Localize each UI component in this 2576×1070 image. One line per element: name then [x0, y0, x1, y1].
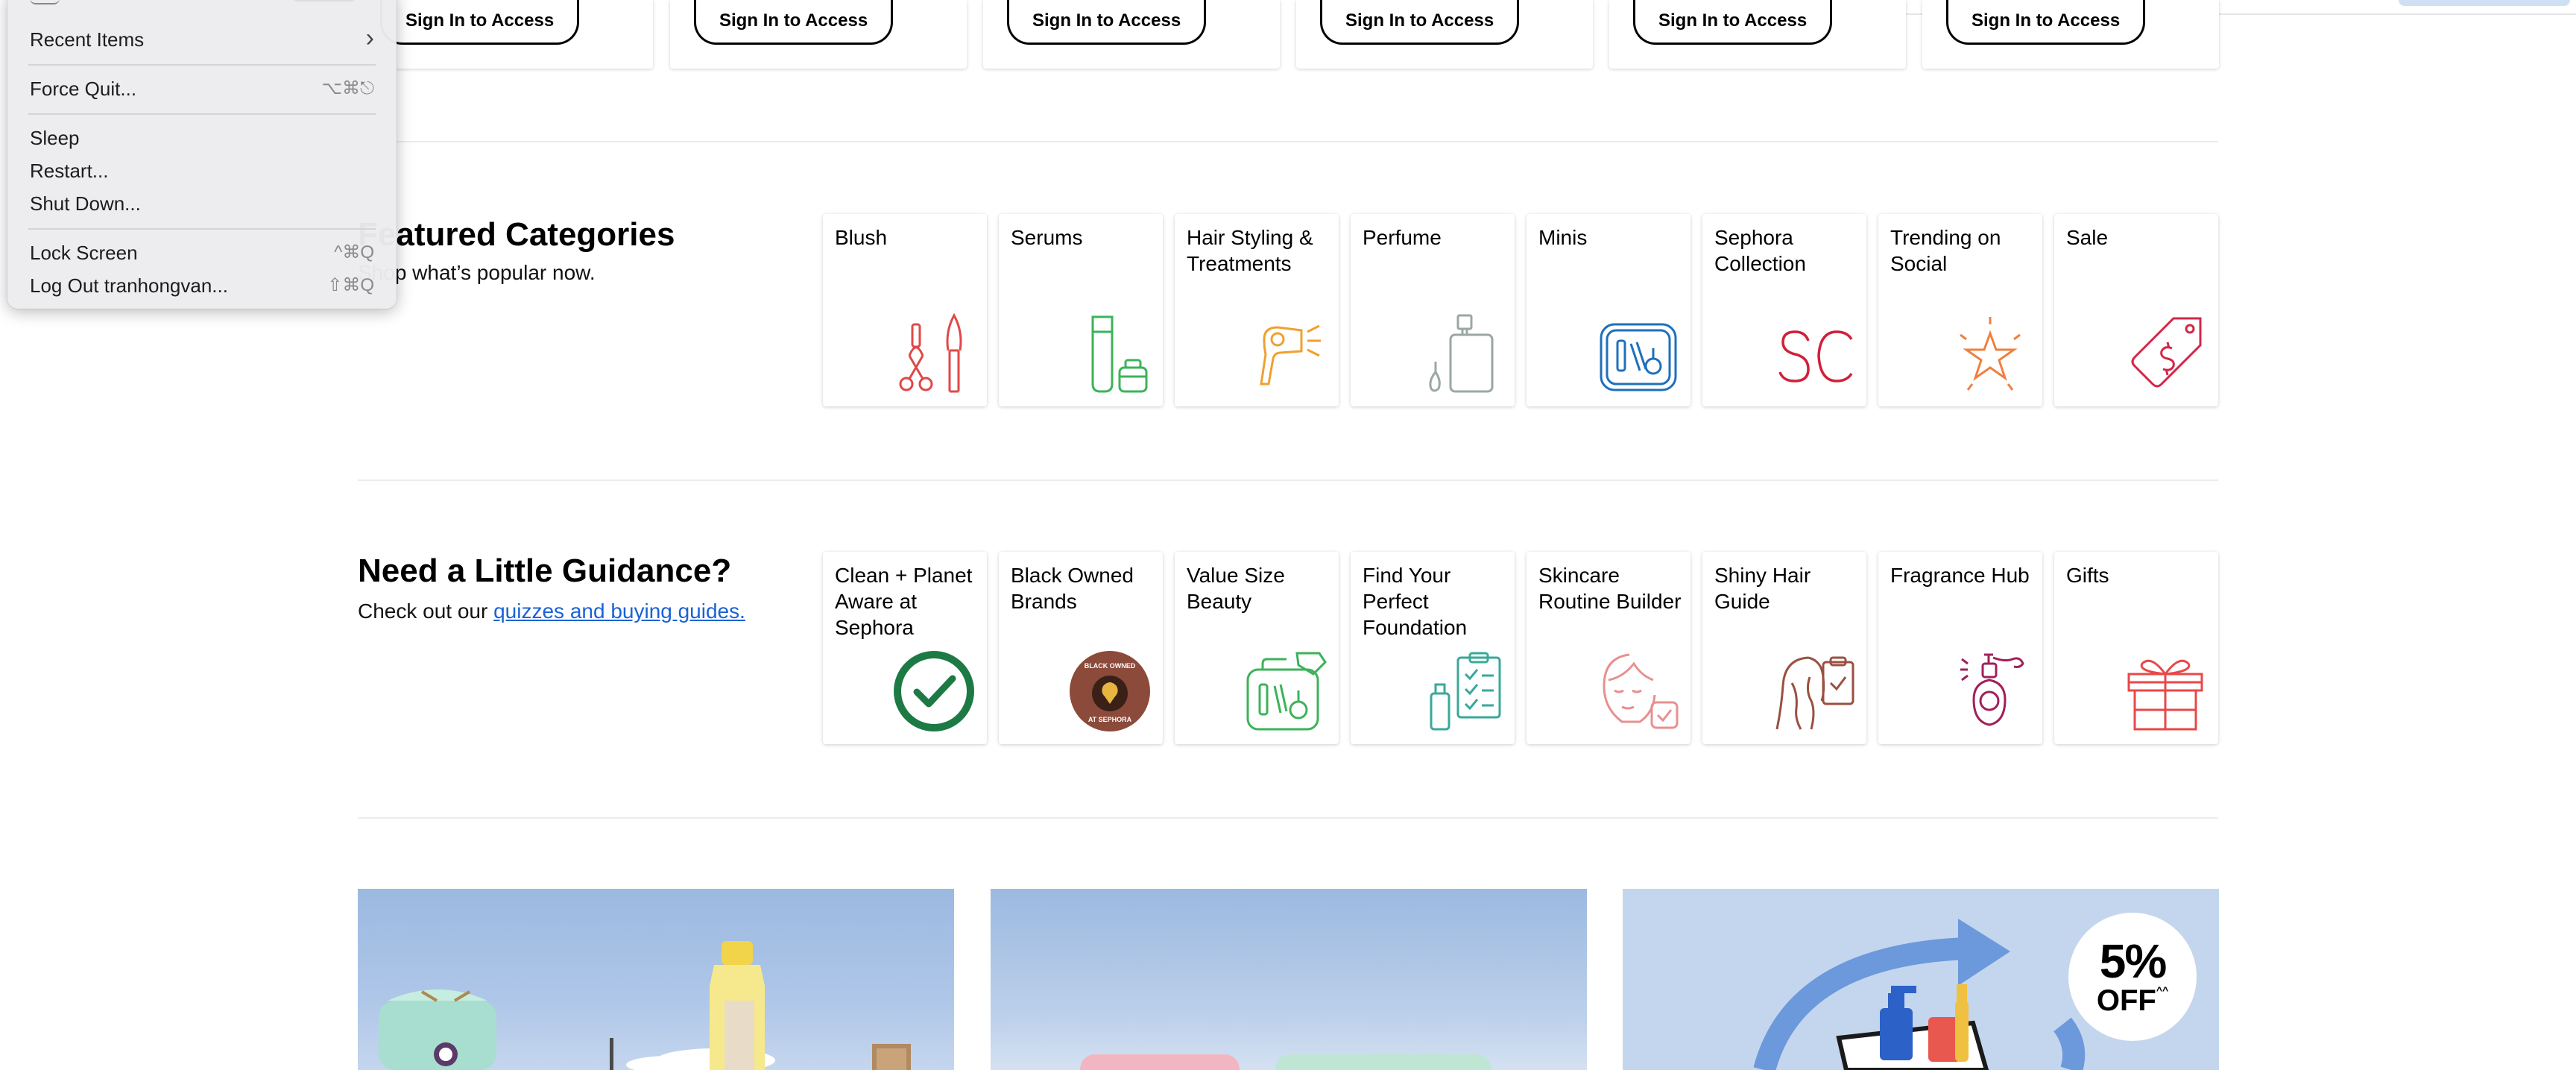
menu-separator — [28, 228, 376, 230]
guidance-title: Need a Little Guidance? — [358, 553, 732, 589]
skincare-face-icon — [1603, 653, 1679, 729]
tile-label: Skincare Routine Builder — [1538, 564, 1682, 613]
guide-tile-skincare-routine-builder[interactable]: Skincare Routine Builder — [1527, 552, 1690, 744]
promo-card-autoreplenish[interactable]: 5% OFF^^ — [1623, 889, 2219, 1070]
guide-tile-value-size-beauty[interactable]: Value Size Beauty — [1175, 552, 1339, 744]
menu-top-remnant-pill — [291, 0, 358, 1]
guide-tile-find-your-perfect-foundation[interactable]: Find Your Perfect Foundation — [1351, 552, 1515, 744]
deal-card: Sign In to Access — [356, 0, 653, 69]
discount-label-text: OFF — [2096, 984, 2156, 1017]
guide-tile-shiny-hair-guide[interactable]: Shiny Hair Guide — [1702, 552, 1866, 744]
category-tile-hair-styling[interactable]: Hair Styling & Treatments — [1175, 214, 1339, 406]
tile-label: Minis — [1538, 226, 1588, 249]
menu-shortcut: ⌥⌘⎋ — [321, 78, 374, 98]
tile-label: Fragrance Hub — [1890, 564, 2030, 587]
gift-box-icon — [2127, 659, 2203, 731]
svg-text:BLACK OWNED: BLACK OWNED — [1085, 662, 1136, 670]
discount-label: OFF^^ — [2068, 984, 2197, 1018]
category-tile-serums[interactable]: Serums — [999, 214, 1163, 406]
tile-label: Find Your Perfect Foundation — [1363, 564, 1468, 639]
tile-label: Blush — [835, 226, 888, 249]
category-tile-sephora-collection[interactable]: Sephora Collection — [1702, 214, 1866, 406]
menu-item-log-out[interactable]: Log Out tranhongvan... — [30, 274, 228, 298]
featured-categories-title: Featured Categories — [358, 216, 675, 253]
apple-menu: Recent Items › Force Quit... ⌥⌘⎋ Sleep R… — [7, 0, 397, 309]
sale-tag-icon — [2131, 317, 2202, 388]
tile-label: Gifts — [2066, 564, 2109, 587]
clean-check-icon — [894, 651, 974, 731]
section-divider — [358, 817, 2218, 819]
promo-products-image — [1080, 1054, 1491, 1070]
discount-value: 5% — [2099, 934, 2168, 988]
svg-text:AT SEPHORA: AT SEPHORA — [1088, 716, 1132, 723]
tile-label: Sephora Collection — [1714, 226, 1806, 275]
deal-card: Sign In to Access — [1922, 0, 2219, 69]
quizzes-guides-link[interactable]: quizzes and buying guides. — [493, 599, 745, 623]
tile-label: Serums — [1011, 226, 1083, 249]
guide-tile-black-owned-brands[interactable]: Black Owned Brands BLACK OWNED AT SEPHOR… — [999, 552, 1163, 744]
sign-in-button[interactable]: Sign In to Access — [1320, 0, 1520, 45]
promo-card-center[interactable] — [991, 889, 1587, 1070]
skincare-products-image — [379, 941, 911, 1070]
tile-label: Sale — [2066, 226, 2109, 249]
value-size-kit-icon — [1246, 652, 1327, 731]
sign-in-button[interactable]: Sign In to Access — [380, 0, 580, 45]
category-tile-trending-on-social[interactable]: Trending on Social — [1878, 214, 2042, 406]
category-tile-perfume[interactable]: Perfume — [1351, 214, 1515, 406]
menu-item-restart[interactable]: Restart... — [30, 160, 108, 183]
menu-item-lock-screen[interactable]: Lock Screen — [30, 242, 138, 265]
deal-card: Sign In to Access — [983, 0, 1280, 69]
sephora-collection-icon — [1778, 330, 1853, 383]
menu-item-force-quit[interactable]: Force Quit... — [30, 78, 136, 101]
tile-label: Hair Styling & Treatments — [1187, 226, 1313, 275]
black-owned-badge-icon: BLACK OWNED AT SEPHORA — [1070, 651, 1150, 731]
discount-badge: 5% OFF^^ — [2068, 913, 2197, 1041]
menu-separator — [28, 113, 376, 115]
top-blue-button-edge[interactable] — [2399, 0, 2570, 6]
deal-card: Sign In to Access — [670, 0, 967, 69]
menu-item-recent-items[interactable]: Recent Items — [30, 28, 144, 51]
mini-pouch-icon — [1600, 323, 1677, 391]
category-tile-sale[interactable]: Sale — [2054, 214, 2218, 406]
tile-label: Perfume — [1363, 226, 1442, 249]
guidance-subtitle: Check out our quizzes and buying guides. — [358, 599, 745, 623]
fragrance-atomizer-icon — [1960, 653, 2024, 726]
deal-card: Sign In to Access — [1609, 0, 1906, 69]
tile-label: Value Size Beauty — [1187, 564, 1285, 613]
sign-in-button[interactable]: Sign In to Access — [1633, 0, 1833, 45]
perfume-bottle-icon — [1429, 314, 1494, 393]
discount-label-suffix: ^^ — [2156, 984, 2169, 996]
guide-tile-gifts[interactable]: Gifts — [2054, 552, 2218, 744]
deal-card: Sign In to Access — [1296, 0, 1593, 69]
sign-in-button[interactable]: Sign In to Access — [694, 0, 894, 45]
guide-tile-fragrance-hub[interactable]: Fragrance Hub — [1878, 552, 2042, 744]
hair-dryer-icon — [1260, 324, 1321, 385]
serum-tube-icon — [1091, 315, 1148, 393]
section-divider — [358, 141, 2218, 142]
menu-shortcut: ^⌘Q — [334, 242, 374, 262]
sign-in-button[interactable]: Sign In to Access — [1007, 0, 1207, 45]
tile-label: Trending on Social — [1890, 226, 2001, 275]
category-tile-minis[interactable]: Minis — [1527, 214, 1690, 406]
guide-tile-clean-planet-aware[interactable]: Clean + Planet Aware at Sephora — [823, 552, 987, 744]
hair-guide-icon — [1775, 656, 1854, 730]
category-tile-blush[interactable]: Blush — [823, 214, 987, 406]
chevron-right-icon: › — [365, 24, 374, 52]
star-burst-icon — [1960, 317, 2021, 391]
menu-shortcut: ⇧⌘Q — [327, 275, 374, 295]
promo-card-skincare[interactable] — [358, 889, 954, 1070]
sign-in-button[interactable]: Sign In to Access — [1946, 0, 2146, 45]
tile-label: Shiny Hair Guide — [1714, 564, 1811, 613]
tile-label: Black Owned Brands — [1011, 564, 1134, 613]
tile-label: Clean + Planet Aware at Sephora — [835, 564, 973, 639]
guidance-subtitle-prefix: Check out our — [358, 599, 494, 623]
menu-item-shut-down[interactable]: Shut Down... — [30, 192, 141, 215]
menu-separator — [28, 64, 376, 66]
menu-item-sleep[interactable]: Sleep — [30, 127, 80, 150]
section-divider — [358, 479, 2218, 481]
menu-top-remnant — [30, 0, 60, 4]
makeup-brush-icon — [899, 312, 962, 393]
foundation-checklist-icon — [1430, 652, 1501, 731]
